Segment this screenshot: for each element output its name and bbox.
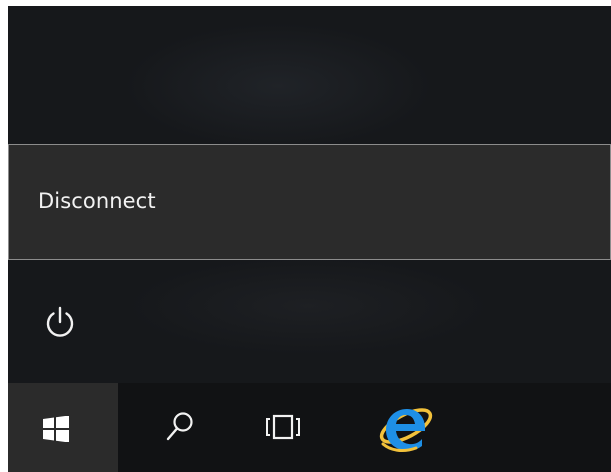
power-context-menu: Disconnect (8, 144, 611, 260)
menu-item-label: Disconnect (38, 189, 156, 213)
screen: Disconnect (0, 0, 611, 472)
start-menu-panel: Disconnect (8, 6, 611, 383)
windows-logo-icon (43, 416, 69, 442)
task-view-button[interactable] (251, 383, 315, 472)
search-button[interactable] (147, 383, 211, 472)
taskbar (8, 383, 611, 472)
task-view-icon (266, 414, 300, 440)
power-icon (46, 306, 74, 337)
search-icon (166, 412, 193, 441)
start-button[interactable] (8, 383, 118, 472)
menu-item-disconnect[interactable]: Disconnect (9, 145, 610, 259)
internet-explorer-icon (379, 408, 433, 453)
power-button[interactable] (38, 302, 82, 346)
internet-explorer-button[interactable] (370, 383, 446, 472)
